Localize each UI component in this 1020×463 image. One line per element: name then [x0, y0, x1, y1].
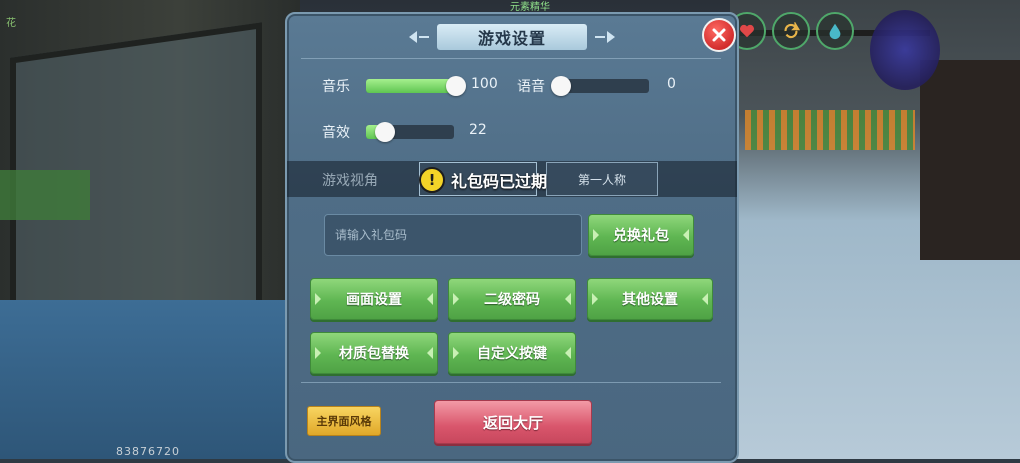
view-option-first-person-label: 第一人称	[577, 172, 626, 187]
toast-message: ! 礼包码已过期	[419, 164, 547, 196]
main-ui-style-label: 主界面风格	[316, 415, 372, 428]
gift-code-input[interactable]	[324, 214, 582, 256]
game-settings-dialog: 游戏设置 音乐 100 语音 0 音效 22 游戏视角 第一人称 ! 礼包码已过…	[285, 12, 739, 463]
back-to-lobby-label: 返回大厅	[482, 413, 543, 432]
dialog-title-bar: 游戏设置	[407, 22, 617, 52]
main-ui-style-button[interactable]: 主界面风格	[307, 406, 381, 436]
sfx-slider-knob[interactable]	[375, 122, 396, 142]
graphics-settings-button[interactable]: 画面设置	[310, 278, 438, 320]
toast-text: 礼包码已过期	[451, 172, 548, 191]
music-slider[interactable]	[366, 76, 466, 96]
second-password-button[interactable]: 二级密码	[448, 278, 576, 320]
music-label: 音乐	[322, 79, 350, 95]
title-ornament-left-icon	[409, 31, 429, 43]
back-to-lobby-button[interactable]: 返回大厅	[434, 400, 592, 444]
graphics-settings-label: 画面设置	[346, 292, 402, 308]
custom-keys-button[interactable]: 自定义按键	[448, 332, 576, 374]
scene-wooden-frame	[920, 60, 1020, 260]
redeem-gift-label: 兑换礼包	[613, 228, 669, 244]
voice-slider-knob[interactable]	[551, 76, 571, 96]
second-password-label: 二级密码	[484, 292, 540, 308]
dialog-title: 游戏设置	[477, 29, 546, 48]
custom-keys-label: 自定义按键	[477, 346, 547, 362]
scene-flower-bed	[745, 110, 915, 150]
other-settings-label: 其他设置	[622, 292, 678, 308]
footer-divider	[301, 382, 721, 383]
sfx-label: 音效	[322, 125, 350, 141]
refresh-icon[interactable]	[772, 12, 810, 50]
title-divider	[301, 58, 721, 59]
sfx-slider[interactable]	[366, 122, 454, 142]
view-option-first-person[interactable]: 第一人称	[546, 162, 658, 196]
voice-label: 语音	[517, 79, 545, 95]
voice-slider[interactable]	[551, 76, 649, 96]
close-icon	[712, 28, 726, 42]
scene-grass	[0, 170, 90, 220]
scene-creature	[870, 10, 940, 90]
other-settings-button[interactable]: 其他设置	[587, 278, 713, 320]
player-id-label: 83876720	[116, 445, 180, 458]
music-slider-fill	[366, 79, 456, 93]
warning-icon: !	[419, 167, 445, 193]
scene-corner-label: 花	[6, 18, 16, 29]
texture-pack-label: 材质包替换	[339, 346, 409, 362]
redeem-gift-button[interactable]: 兑换礼包	[588, 214, 694, 256]
music-value: 100	[471, 76, 498, 92]
water-drop-icon[interactable]	[816, 12, 854, 50]
voice-value: 0	[667, 76, 676, 92]
close-button[interactable]	[702, 18, 736, 52]
view-label: 游戏视角	[322, 173, 378, 189]
title-ornament-right-icon	[595, 31, 615, 43]
music-slider-knob[interactable]	[446, 76, 466, 96]
texture-pack-button[interactable]: 材质包替换	[310, 332, 438, 374]
scene-water-floor	[0, 300, 300, 459]
sfx-value: 22	[469, 122, 487, 138]
